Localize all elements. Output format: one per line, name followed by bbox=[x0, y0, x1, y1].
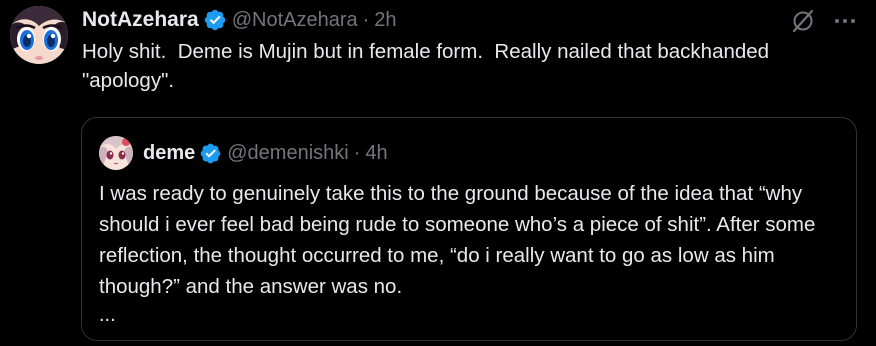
quoted-post[interactable]: deme @demenishki · 4h I was ready to gen… bbox=[81, 117, 857, 341]
more-icon[interactable] bbox=[832, 8, 858, 34]
verified-badge-icon bbox=[199, 142, 222, 165]
tweet[interactable]: NotAzehara @NotAzehara · 2h Holy shit. D… bbox=[0, 0, 876, 346]
post-header: NotAzehara @NotAzehara · 2h bbox=[82, 7, 397, 33]
post-time[interactable]: 2h bbox=[374, 9, 396, 32]
separator-dot: · bbox=[353, 141, 361, 164]
author-handle[interactable]: @NotAzehara bbox=[232, 9, 358, 32]
author-name[interactable]: NotAzehara bbox=[82, 8, 199, 32]
author-avatar[interactable] bbox=[10, 6, 68, 64]
quote-author-name: deme bbox=[143, 141, 196, 164]
anime-avatar-icon bbox=[99, 136, 133, 170]
anime-avatar-icon bbox=[10, 6, 68, 64]
grok-icon[interactable] bbox=[790, 8, 816, 34]
quote-author-handle: @demenishki bbox=[227, 141, 349, 164]
quote-header: deme @demenishki · 4h bbox=[143, 140, 388, 166]
verified-badge-icon[interactable] bbox=[203, 8, 227, 32]
quote-author-avatar[interactable] bbox=[99, 136, 133, 170]
quote-truncation: ... bbox=[99, 304, 116, 326]
quote-text: I was ready to genuinely take this to th… bbox=[99, 182, 816, 298]
quote-time: 4h bbox=[365, 141, 388, 164]
separator-dot: · bbox=[362, 8, 370, 31]
post-text: Holy shit. Deme is Mujin but in female f… bbox=[82, 40, 775, 92]
